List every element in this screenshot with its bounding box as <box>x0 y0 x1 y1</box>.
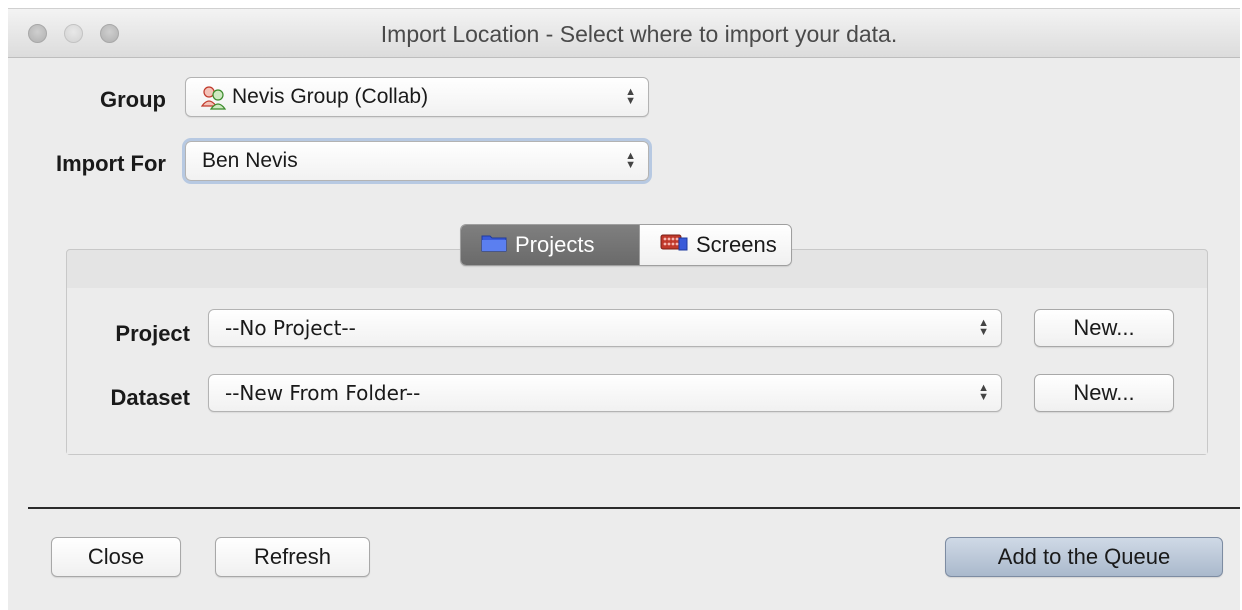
project-label: Project <box>115 321 190 346</box>
group-people-icon <box>200 84 228 110</box>
close-button[interactable]: Close <box>51 537 181 577</box>
import-for-select[interactable]: Ben Nevis ▲ ▼ <box>185 141 649 181</box>
import-for-label: Import For <box>56 151 166 176</box>
stepper-arrows-icon: ▲ ▼ <box>978 382 989 403</box>
title-bar: Import Location - Select where to import… <box>8 9 1240 58</box>
folder-icon <box>481 232 507 258</box>
dataset-select-value: --New From Folder-- <box>225 381 421 405</box>
import-for-select-value: Ben Nevis <box>202 149 298 172</box>
stepper-arrows-icon: ▲ ▼ <box>978 317 989 338</box>
project-select-value: --No Project-- <box>225 316 356 340</box>
tab-projects[interactable]: Projects <box>461 225 639 265</box>
tab-screens[interactable]: Screens <box>639 225 791 265</box>
stepper-arrows-icon: ▲ ▼ <box>625 150 636 171</box>
import-location-window: Import Location - Select where to import… <box>8 8 1240 610</box>
tab-screens-label: Screens <box>696 232 777 257</box>
tab-projects-label: Projects <box>515 232 595 257</box>
window-title: Import Location - Select where to import… <box>380 21 898 47</box>
new-project-button[interactable]: New... <box>1034 309 1174 347</box>
dataset-select[interactable]: --New From Folder-- ▲ ▼ <box>208 374 1002 412</box>
project-select[interactable]: --No Project-- ▲ ▼ <box>208 309 1002 347</box>
group-select-value: Nevis Group (Collab) <box>232 85 429 108</box>
stepper-arrows-icon: ▲ ▼ <box>625 86 636 107</box>
new-dataset-button[interactable]: New... <box>1034 374 1174 412</box>
group-select[interactable]: Nevis Group (Collab) ▲ ▼ <box>185 77 649 117</box>
plate-icon <box>660 232 688 258</box>
footer-divider <box>28 507 1240 509</box>
group-label: Group <box>100 87 166 112</box>
location-panel <box>66 249 1208 455</box>
dataset-label: Dataset <box>110 385 190 410</box>
add-to-queue-button[interactable]: Add to the Queue <box>945 537 1223 577</box>
refresh-button[interactable]: Refresh <box>215 537 370 577</box>
location-type-tabs: Projects Screens <box>460 224 792 266</box>
